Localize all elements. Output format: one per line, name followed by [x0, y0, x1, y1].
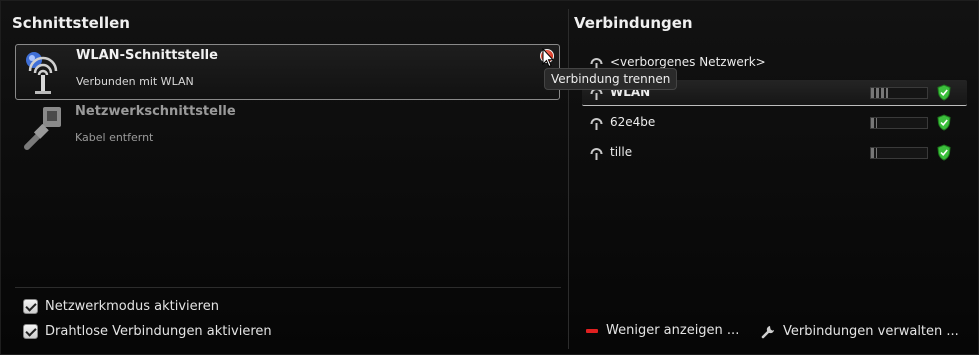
network-mode-label: Netzwerkmodus aktivieren: [45, 298, 219, 314]
signal-strength-bar: [870, 117, 928, 129]
signal-strength-bar: [870, 87, 928, 99]
interface-name: WLAN-Schnittstelle: [76, 48, 218, 63]
interface-item-ethernet[interactable]: Netzwerkschnittstelle Kabel entfernt: [15, 101, 560, 157]
connection-name: <verborgenes Netzwerk>: [610, 55, 766, 69]
interface-status: Verbunden mit WLAN: [76, 75, 194, 88]
network-mode-checkbox-row[interactable]: Netzwerkmodus aktivieren: [23, 297, 219, 315]
panel-divider: [568, 9, 569, 349]
connections-heading: Verbindungen: [574, 14, 693, 32]
wifi-signal-icon: [590, 118, 603, 130]
signal-fill: [871, 148, 877, 158]
wireless-checkbox[interactable]: [23, 323, 38, 339]
minus-icon: [586, 328, 598, 333]
secured-shield-icon: [937, 114, 951, 131]
show-less-button[interactable]: Weniger anzeigen ...: [586, 323, 739, 338]
interface-status: Kabel entfernt: [75, 131, 154, 144]
interfaces-heading: Schnittstellen: [12, 14, 130, 32]
signal-fill: [871, 118, 877, 128]
wifi-signal-icon: [590, 148, 603, 160]
show-less-label: Weniger anzeigen ...: [606, 323, 740, 338]
interface-name: Netzwerkschnittstelle: [75, 104, 236, 119]
interface-item-wlan[interactable]: WLAN-Schnittstelle Verbunden mit WLAN: [15, 44, 560, 100]
network-manager-panel: Schnittstellen Verbindungen WLAN-Schnitt…: [0, 0, 979, 355]
signal-fill: [871, 88, 888, 98]
wireless-checkbox-row[interactable]: Drahtlose Verbindungen aktivieren: [23, 322, 272, 340]
wireless-antenna-icon: [26, 52, 58, 94]
manage-connections-button[interactable]: Verbindungen verwalten ...: [761, 323, 959, 339]
secured-shield-icon: [937, 144, 951, 161]
signal-strength-bar: [870, 147, 928, 159]
ethernet-cable-icon: [24, 107, 61, 150]
wrench-icon: [761, 326, 774, 339]
options-divider: [15, 287, 561, 288]
manage-connections-label: Verbindungen verwalten ...: [783, 323, 959, 339]
wireless-label: Drahtlose Verbindungen aktivieren: [45, 323, 272, 339]
disconnect-tooltip: Verbindung trennen: [544, 68, 678, 90]
connection-item-62e4be[interactable]: 62e4be: [582, 110, 967, 136]
connection-item-tille[interactable]: tille: [582, 140, 967, 166]
mouse-cursor-icon: [542, 48, 554, 68]
network-mode-checkbox[interactable]: [23, 298, 38, 314]
secured-shield-icon: [937, 84, 951, 101]
connection-name: 62e4be: [610, 115, 656, 129]
connection-name: tille: [610, 145, 633, 159]
